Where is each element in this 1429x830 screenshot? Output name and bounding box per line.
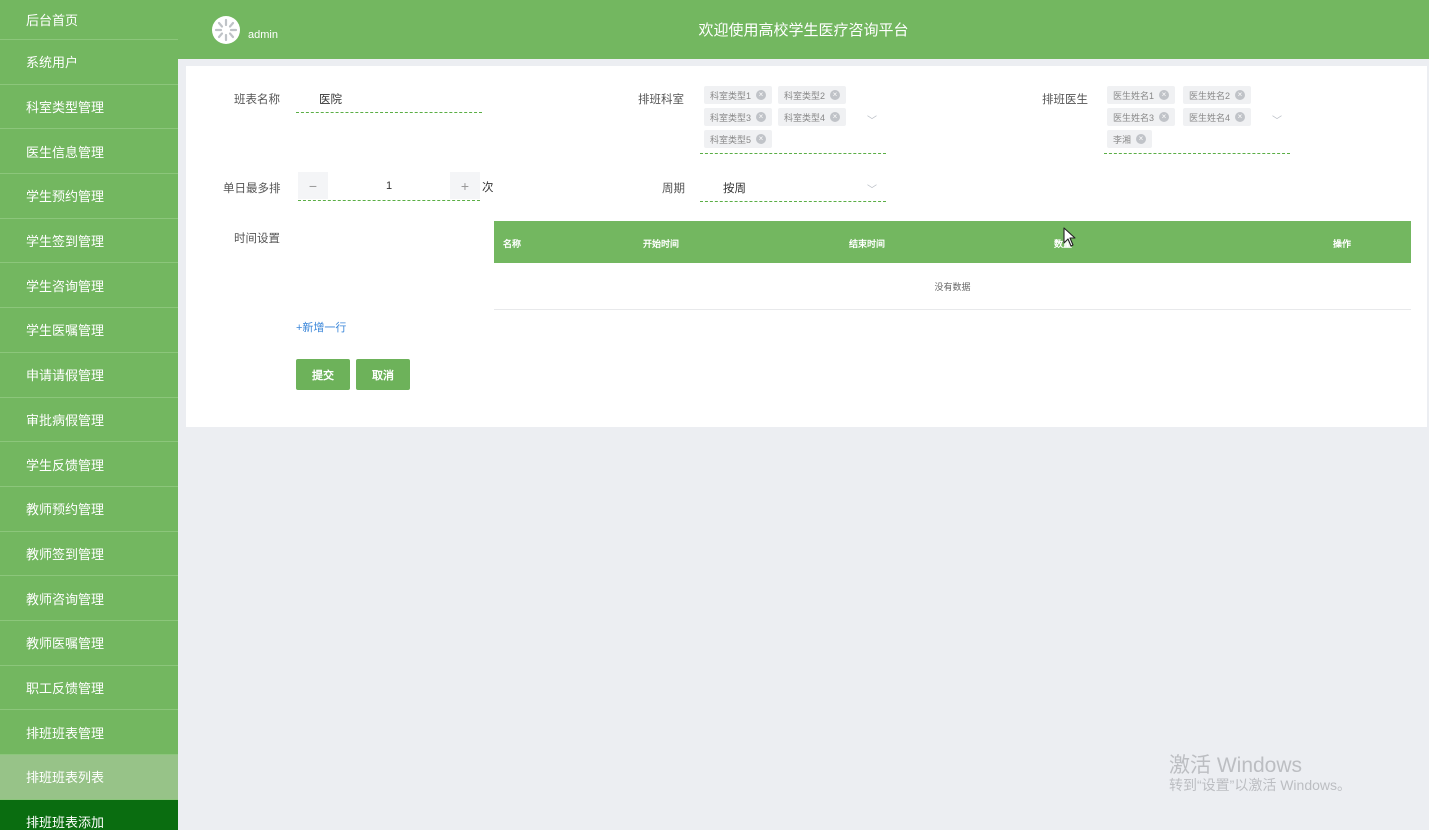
- nav-doctor-info[interactable]: 医生信息管理: [0, 129, 178, 175]
- nav-teacher-appointment[interactable]: 教师预约管理: [0, 487, 178, 532]
- nav-system-users[interactable]: 系统用户: [0, 40, 178, 85]
- top-header: admin 欢迎使用高校学生医疗咨询平台: [178, 0, 1429, 59]
- nav-teacher-consult[interactable]: 教师咨询管理: [0, 576, 178, 621]
- add-row-link[interactable]: +新增一行: [296, 319, 346, 335]
- cycle-label: 周期: [662, 183, 685, 195]
- nav-sick-leave-approval[interactable]: 审批病假管理: [0, 398, 178, 443]
- sidebar: 后台首页 系统用户 科室类型管理 医生信息管理 学生预约管理 学生签到管理 学生…: [0, 0, 178, 830]
- nav-schedule-list[interactable]: 排班班表列表: [0, 755, 178, 800]
- nav-teacher-orders[interactable]: 教师医嘱管理: [0, 621, 178, 666]
- dept-tag: 科室类型3 ×: [704, 108, 773, 126]
- chevron-down-icon[interactable]: ﹀: [867, 181, 877, 196]
- doctor-tag: 医生姓名1 ×: [1107, 86, 1176, 104]
- doctor-select-underline: [1104, 153, 1290, 154]
- nav-student-appointment[interactable]: 学生预约管理: [0, 174, 178, 219]
- doctor-tag: 医生姓名2 ×: [1183, 86, 1252, 104]
- nav-schedule-add[interactable]: 排班班表添加: [0, 799, 178, 830]
- name-input[interactable]: 医院: [319, 91, 342, 107]
- column-header-actions: 操作: [1333, 239, 1352, 249]
- decrement-button[interactable]: −: [298, 172, 328, 199]
- nav-student-feedback[interactable]: 学生反馈管理: [0, 442, 178, 487]
- max-per-day-value[interactable]: 1: [386, 180, 392, 192]
- tag-close-icon[interactable]: ×: [830, 90, 841, 100]
- tag-close-icon[interactable]: ×: [1136, 134, 1147, 144]
- chevron-down-icon[interactable]: ﹀: [1272, 112, 1282, 127]
- name-label: 班表名称: [234, 94, 280, 106]
- chevron-down-icon[interactable]: ﹀: [867, 112, 877, 127]
- max-per-day-label: 单日最多排: [223, 183, 281, 195]
- doctor-tag: 李湘 ×: [1107, 130, 1153, 148]
- nav-staff-feedback[interactable]: 职工反馈管理: [0, 666, 178, 711]
- dept-tag: 科室类型2 ×: [778, 86, 847, 104]
- time-settings-label: 时间设置: [234, 233, 280, 245]
- schedule-form-card: 班表名称 医院 排班科室 科室类型1 × 科室类型2 × 科室类型3 × 科室类型4 ×…: [186, 66, 1427, 427]
- increment-button[interactable]: +: [450, 172, 480, 199]
- tag-close-icon[interactable]: ×: [1159, 112, 1170, 122]
- nav-leave-request[interactable]: 申请请假管理: [0, 353, 178, 398]
- nav-student-consult[interactable]: 学生咨询管理: [0, 263, 178, 309]
- cancel-button[interactable]: 取消: [356, 359, 410, 390]
- nav-home[interactable]: 后台首页: [0, 0, 178, 40]
- tag-close-icon[interactable]: ×: [756, 112, 767, 122]
- tag-close-icon[interactable]: ×: [1235, 112, 1246, 122]
- tag-close-icon[interactable]: ×: [756, 134, 767, 144]
- cycle-select[interactable]: 按周: [723, 180, 746, 196]
- dept-label: 排班科室: [638, 94, 684, 106]
- submit-button[interactable]: 提交: [296, 359, 350, 390]
- stepper-underline: [298, 200, 480, 201]
- nav-student-orders[interactable]: 学生医嘱管理: [0, 308, 178, 353]
- column-header-start-time: 开始时间: [643, 239, 680, 249]
- dept-tag: 科室类型1 ×: [704, 86, 773, 104]
- tag-close-icon[interactable]: ×: [1235, 90, 1246, 100]
- doctor-tag: 医生姓名4 ×: [1183, 108, 1252, 126]
- tag-close-icon[interactable]: ×: [830, 112, 841, 122]
- tag-close-icon[interactable]: ×: [1159, 90, 1170, 100]
- tag-close-icon[interactable]: ×: [756, 90, 767, 100]
- mouse-cursor-icon: [1063, 227, 1076, 247]
- column-header-name: 名称: [503, 239, 522, 249]
- name-input-underline: [296, 112, 482, 113]
- nav-dept-types[interactable]: 科室类型管理: [0, 85, 178, 130]
- doctor-tag: 医生姓名3 ×: [1107, 108, 1176, 126]
- dept-select-underline: [700, 153, 886, 154]
- cycle-select-underline: [700, 201, 886, 202]
- empty-table-message: 没有数据: [934, 282, 971, 292]
- nav-teacher-checkin[interactable]: 教师签到管理: [0, 532, 178, 577]
- time-table-header: 名称 开始时间 结束时间 数量 操作: [494, 221, 1411, 263]
- doctor-label: 排班医生: [1042, 94, 1088, 106]
- table-divider: [494, 309, 1411, 310]
- nav-student-checkin[interactable]: 学生签到管理: [0, 219, 178, 264]
- column-header-end-time: 结束时间: [849, 239, 886, 249]
- nav-schedule-manage[interactable]: 排班班表管理: [0, 710, 178, 755]
- dept-tag: 科室类型5 ×: [704, 130, 773, 148]
- dept-tag: 科室类型4 ×: [778, 108, 847, 126]
- max-per-day-unit: 次: [482, 182, 494, 194]
- windows-activation-subtitle: 转到“设置”以激活 Windows。: [1169, 777, 1352, 793]
- page-title: 欢迎使用高校学生医疗咨询平台: [698, 22, 909, 39]
